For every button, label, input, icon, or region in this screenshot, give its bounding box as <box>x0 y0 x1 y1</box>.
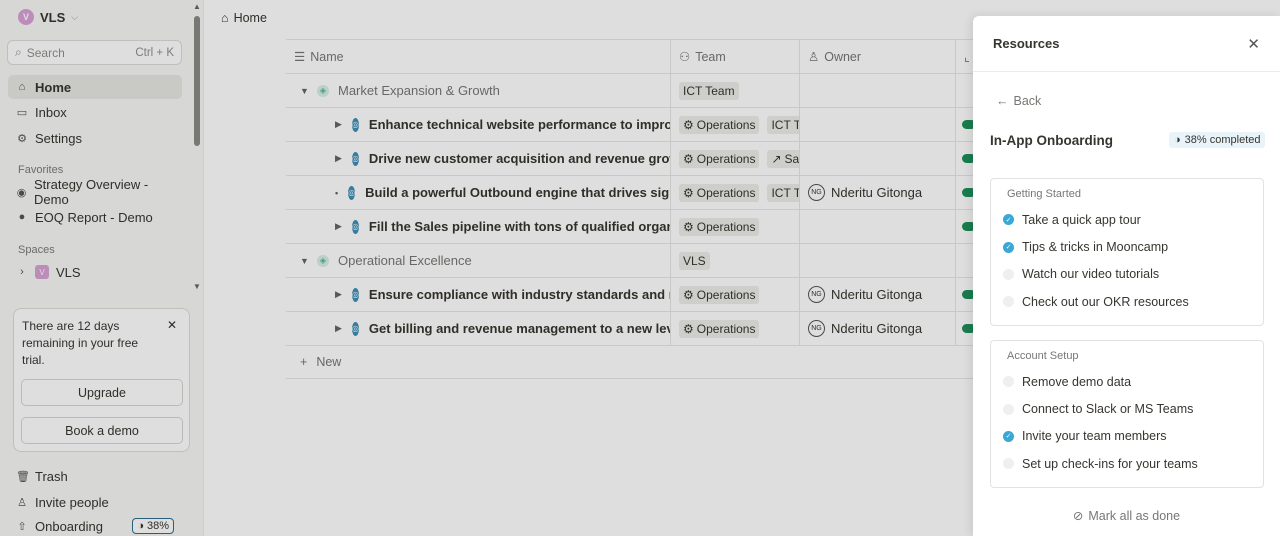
section-label: Account Setup <box>1007 350 1079 362</box>
checklist-item[interactable]: ✓ Invite your team members <box>1003 423 1251 450</box>
item-label: Take a quick app tour <box>1022 212 1141 227</box>
item-label: Set up check-ins for your teams <box>1022 456 1198 471</box>
checklist-item[interactable]: ✓ Tips & tricks in Mooncamp <box>1003 233 1251 260</box>
checklist-item[interactable]: Set up check-ins for your teams <box>1003 450 1251 477</box>
panel-header: Resources ✕ <box>973 16 1280 72</box>
arrow-left-icon: ← <box>996 94 1009 108</box>
account-setup-card: Account Setup Remove demo data Connect t… <box>990 340 1264 488</box>
completion-text: 38% completed <box>1184 134 1261 146</box>
getting-started-card: Getting Started ✓ Take a quick app tour ✓… <box>990 178 1264 326</box>
back-button[interactable]: ← Back <box>996 94 1041 108</box>
item-label: Tips & tricks in Mooncamp <box>1022 240 1169 255</box>
mark-all-done-button[interactable]: ⊘ Mark all as done <box>973 508 1280 524</box>
back-label: Back <box>1013 94 1042 108</box>
check-icon: ✓ <box>1003 214 1014 226</box>
checklist-item[interactable]: Watch our video tutorials <box>1003 261 1251 288</box>
check-icon: ✓ <box>1003 430 1014 442</box>
item-label: Check out our OKR resources <box>1022 294 1189 309</box>
item-label: Watch our video tutorials <box>1022 267 1160 282</box>
check-icon: ✓ <box>1003 241 1014 253</box>
checklist-item[interactable]: Remove demo data <box>1003 368 1251 395</box>
item-label: Remove demo data <box>1022 374 1132 389</box>
panel-title: Resources <box>993 36 1060 51</box>
onboarding-title: In-App Onboarding <box>990 133 1113 148</box>
item-label: Invite your team members <box>1022 429 1167 444</box>
item-label: Connect to Slack or MS Teams <box>1022 402 1194 417</box>
check-circle-icon: ⊘ <box>1072 509 1084 523</box>
unchecked-icon <box>1003 296 1014 308</box>
unchecked-icon <box>1003 376 1014 388</box>
unchecked-icon <box>1003 403 1014 415</box>
completion-badge: ◑ 38% completed <box>1169 132 1266 148</box>
checklist-item[interactable]: Connect to Slack or MS Teams <box>1003 395 1251 422</box>
progress-ring-icon: ◑ <box>1174 134 1181 146</box>
unchecked-icon <box>1003 268 1014 280</box>
resources-panel: Resources ✕ ← Back In-App Onboarding ◑ 3… <box>973 16 1280 536</box>
checklist-item[interactable]: ✓ Take a quick app tour <box>1003 206 1251 233</box>
section-label: Getting Started <box>1007 188 1081 200</box>
close-icon[interactable]: ✕ <box>1247 35 1260 53</box>
checklist-item[interactable]: Check out our OKR resources <box>1003 288 1251 315</box>
mark-all-label: Mark all as done <box>1088 508 1181 523</box>
unchecked-icon <box>1003 458 1014 470</box>
